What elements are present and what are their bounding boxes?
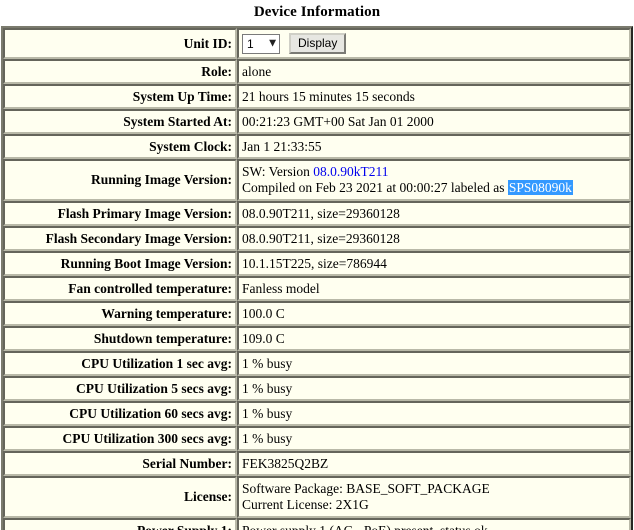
row-label-fan-controlled-temperature: Fan controlled temperature:	[3, 276, 237, 301]
row-value-cpu-utilization-60-secs: 1 % busy	[237, 401, 631, 426]
table-row: Unit ID: 1 ▼ Display	[3, 28, 631, 59]
running-image-line-2: Compiled on Feb 23 2021 at 00:00:27 labe…	[242, 180, 626, 196]
unit-id-controls-cell: 1 ▼ Display	[237, 28, 631, 59]
row-label-flash-primary-image-version: Flash Primary Image Version:	[3, 201, 237, 226]
row-label-running-boot-image-version: Running Boot Image Version:	[3, 251, 237, 276]
row-label-cpu-utilization-5-secs: CPU Utilization 5 secs avg:	[3, 376, 237, 401]
table-row: System Started At: 00:21:23 GMT+00 Sat J…	[3, 109, 631, 134]
page-title: Device Information	[253, 4, 381, 20]
device-information-table: Unit ID: 1 ▼ Display Role: alone System …	[1, 26, 633, 530]
unit-id-control-row: 1 ▼ Display	[242, 33, 626, 54]
row-value-serial-number: FEK3825Q2BZ	[237, 451, 631, 476]
row-label-warning-temperature: Warning temperature:	[3, 301, 237, 326]
row-label-role: Role:	[3, 59, 237, 84]
row-label-license: License:	[3, 476, 237, 518]
row-label-system-clock: System Clock:	[3, 134, 237, 159]
running-image-version-link[interactable]: 08.0.90kT211	[313, 164, 388, 179]
table-row: CPU Utilization 300 secs avg: 1 % busy	[3, 426, 631, 451]
row-label-cpu-utilization-1-sec: CPU Utilization 1 sec avg:	[3, 351, 237, 376]
table-row: System Clock: Jan 1 21:33:55	[3, 134, 631, 159]
row-value-running-boot-image-version: 10.1.15T225, size=786944	[237, 251, 631, 276]
table-row: CPU Utilization 1 sec avg: 1 % busy	[3, 351, 631, 376]
row-value-fan-controlled-temperature: Fanless model	[237, 276, 631, 301]
unit-id-label: Unit ID:	[3, 28, 237, 59]
running-image-compiled-prefix: Compiled on Feb 23 2021 at 00:00:27 labe…	[242, 180, 508, 195]
table-row: Flash Primary Image Version: 08.0.90T211…	[3, 201, 631, 226]
table-body: Unit ID: 1 ▼ Display Role: alone System …	[3, 28, 631, 530]
license-software-package: Software Package: BASE_SOFT_PACKAGE	[242, 481, 490, 497]
unit-id-select[interactable]: 1	[242, 33, 280, 54]
row-value-warning-temperature: 100.0 C	[237, 301, 631, 326]
row-value-shutdown-temperature: 109.0 C	[237, 326, 631, 351]
table-row: License: Software Package: BASE_SOFT_PAC…	[3, 476, 631, 518]
row-value-flash-secondary-image-version: 08.0.90T211, size=29360128	[237, 226, 631, 251]
row-label-system-started-at: System Started At:	[3, 109, 237, 134]
display-button[interactable]: Display	[289, 33, 347, 54]
row-value-license: Software Package: BASE_SOFT_PACKAGE Curr…	[237, 476, 631, 518]
table-row: Flash Secondary Image Version: 08.0.90T2…	[3, 226, 631, 251]
row-label-running-image-version: Running Image Version:	[3, 159, 237, 201]
table-row: Role: alone	[3, 59, 631, 84]
row-label-serial-number: Serial Number:	[3, 451, 237, 476]
table-row: Serial Number: FEK3825Q2BZ	[3, 451, 631, 476]
row-value-running-image-version: SW: Version 08.0.90kT211 Compiled on Feb…	[237, 159, 631, 201]
row-value-system-clock: Jan 1 21:33:55	[237, 134, 631, 159]
row-value-system-started-at: 00:21:23 GMT+00 Sat Jan 01 2000	[237, 109, 631, 134]
row-value-role: alone	[237, 59, 631, 84]
row-value-cpu-utilization-1-sec: 1 % busy	[237, 351, 631, 376]
running-image-line-1: SW: Version 08.0.90kT211	[242, 164, 626, 180]
running-image-sw-prefix: SW: Version	[242, 164, 314, 180]
table-row: CPU Utilization 60 secs avg: 1 % busy	[3, 401, 631, 426]
table-row: Shutdown temperature: 109.0 C	[3, 326, 631, 351]
table-row: Power Supply 1: Power supply 1 (AC - PoE…	[3, 518, 631, 530]
table-row: Warning temperature: 100.0 C	[3, 301, 631, 326]
row-value-cpu-utilization-300-secs: 1 % busy	[237, 426, 631, 451]
row-label-system-up-time: System Up Time:	[3, 84, 237, 109]
table-row: Running Boot Image Version: 10.1.15T225,…	[3, 251, 631, 276]
row-value-flash-primary-image-version: 08.0.90T211, size=29360128	[237, 201, 631, 226]
table-row: CPU Utilization 5 secs avg: 1 % busy	[3, 376, 631, 401]
row-label-cpu-utilization-60-secs: CPU Utilization 60 secs avg:	[3, 401, 237, 426]
unit-id-select-wrapper[interactable]: 1 ▼	[242, 33, 280, 54]
row-value-power-supply-1: Power supply 1 (AC - PoE) present, statu…	[237, 518, 631, 530]
row-label-flash-secondary-image-version: Flash Secondary Image Version:	[3, 226, 237, 251]
table-row: Fan controlled temperature: Fanless mode…	[3, 276, 631, 301]
running-image-label-selected-text[interactable]: SPS08090k	[507, 180, 573, 195]
row-value-cpu-utilization-5-secs: 1 % busy	[237, 376, 631, 401]
row-value-system-up-time: 21 hours 15 minutes 15 seconds	[237, 84, 631, 109]
table-row: Running Image Version: SW: Version 08.0.…	[3, 159, 631, 201]
table-row: System Up Time: 21 hours 15 minutes 15 s…	[3, 84, 631, 109]
row-label-cpu-utilization-300-secs: CPU Utilization 300 secs avg:	[3, 426, 237, 451]
row-label-power-supply-1: Power Supply 1:	[3, 518, 237, 530]
license-current-license: Current License: 2X1G	[242, 497, 369, 512]
row-label-shutdown-temperature: Shutdown temperature:	[3, 326, 237, 351]
